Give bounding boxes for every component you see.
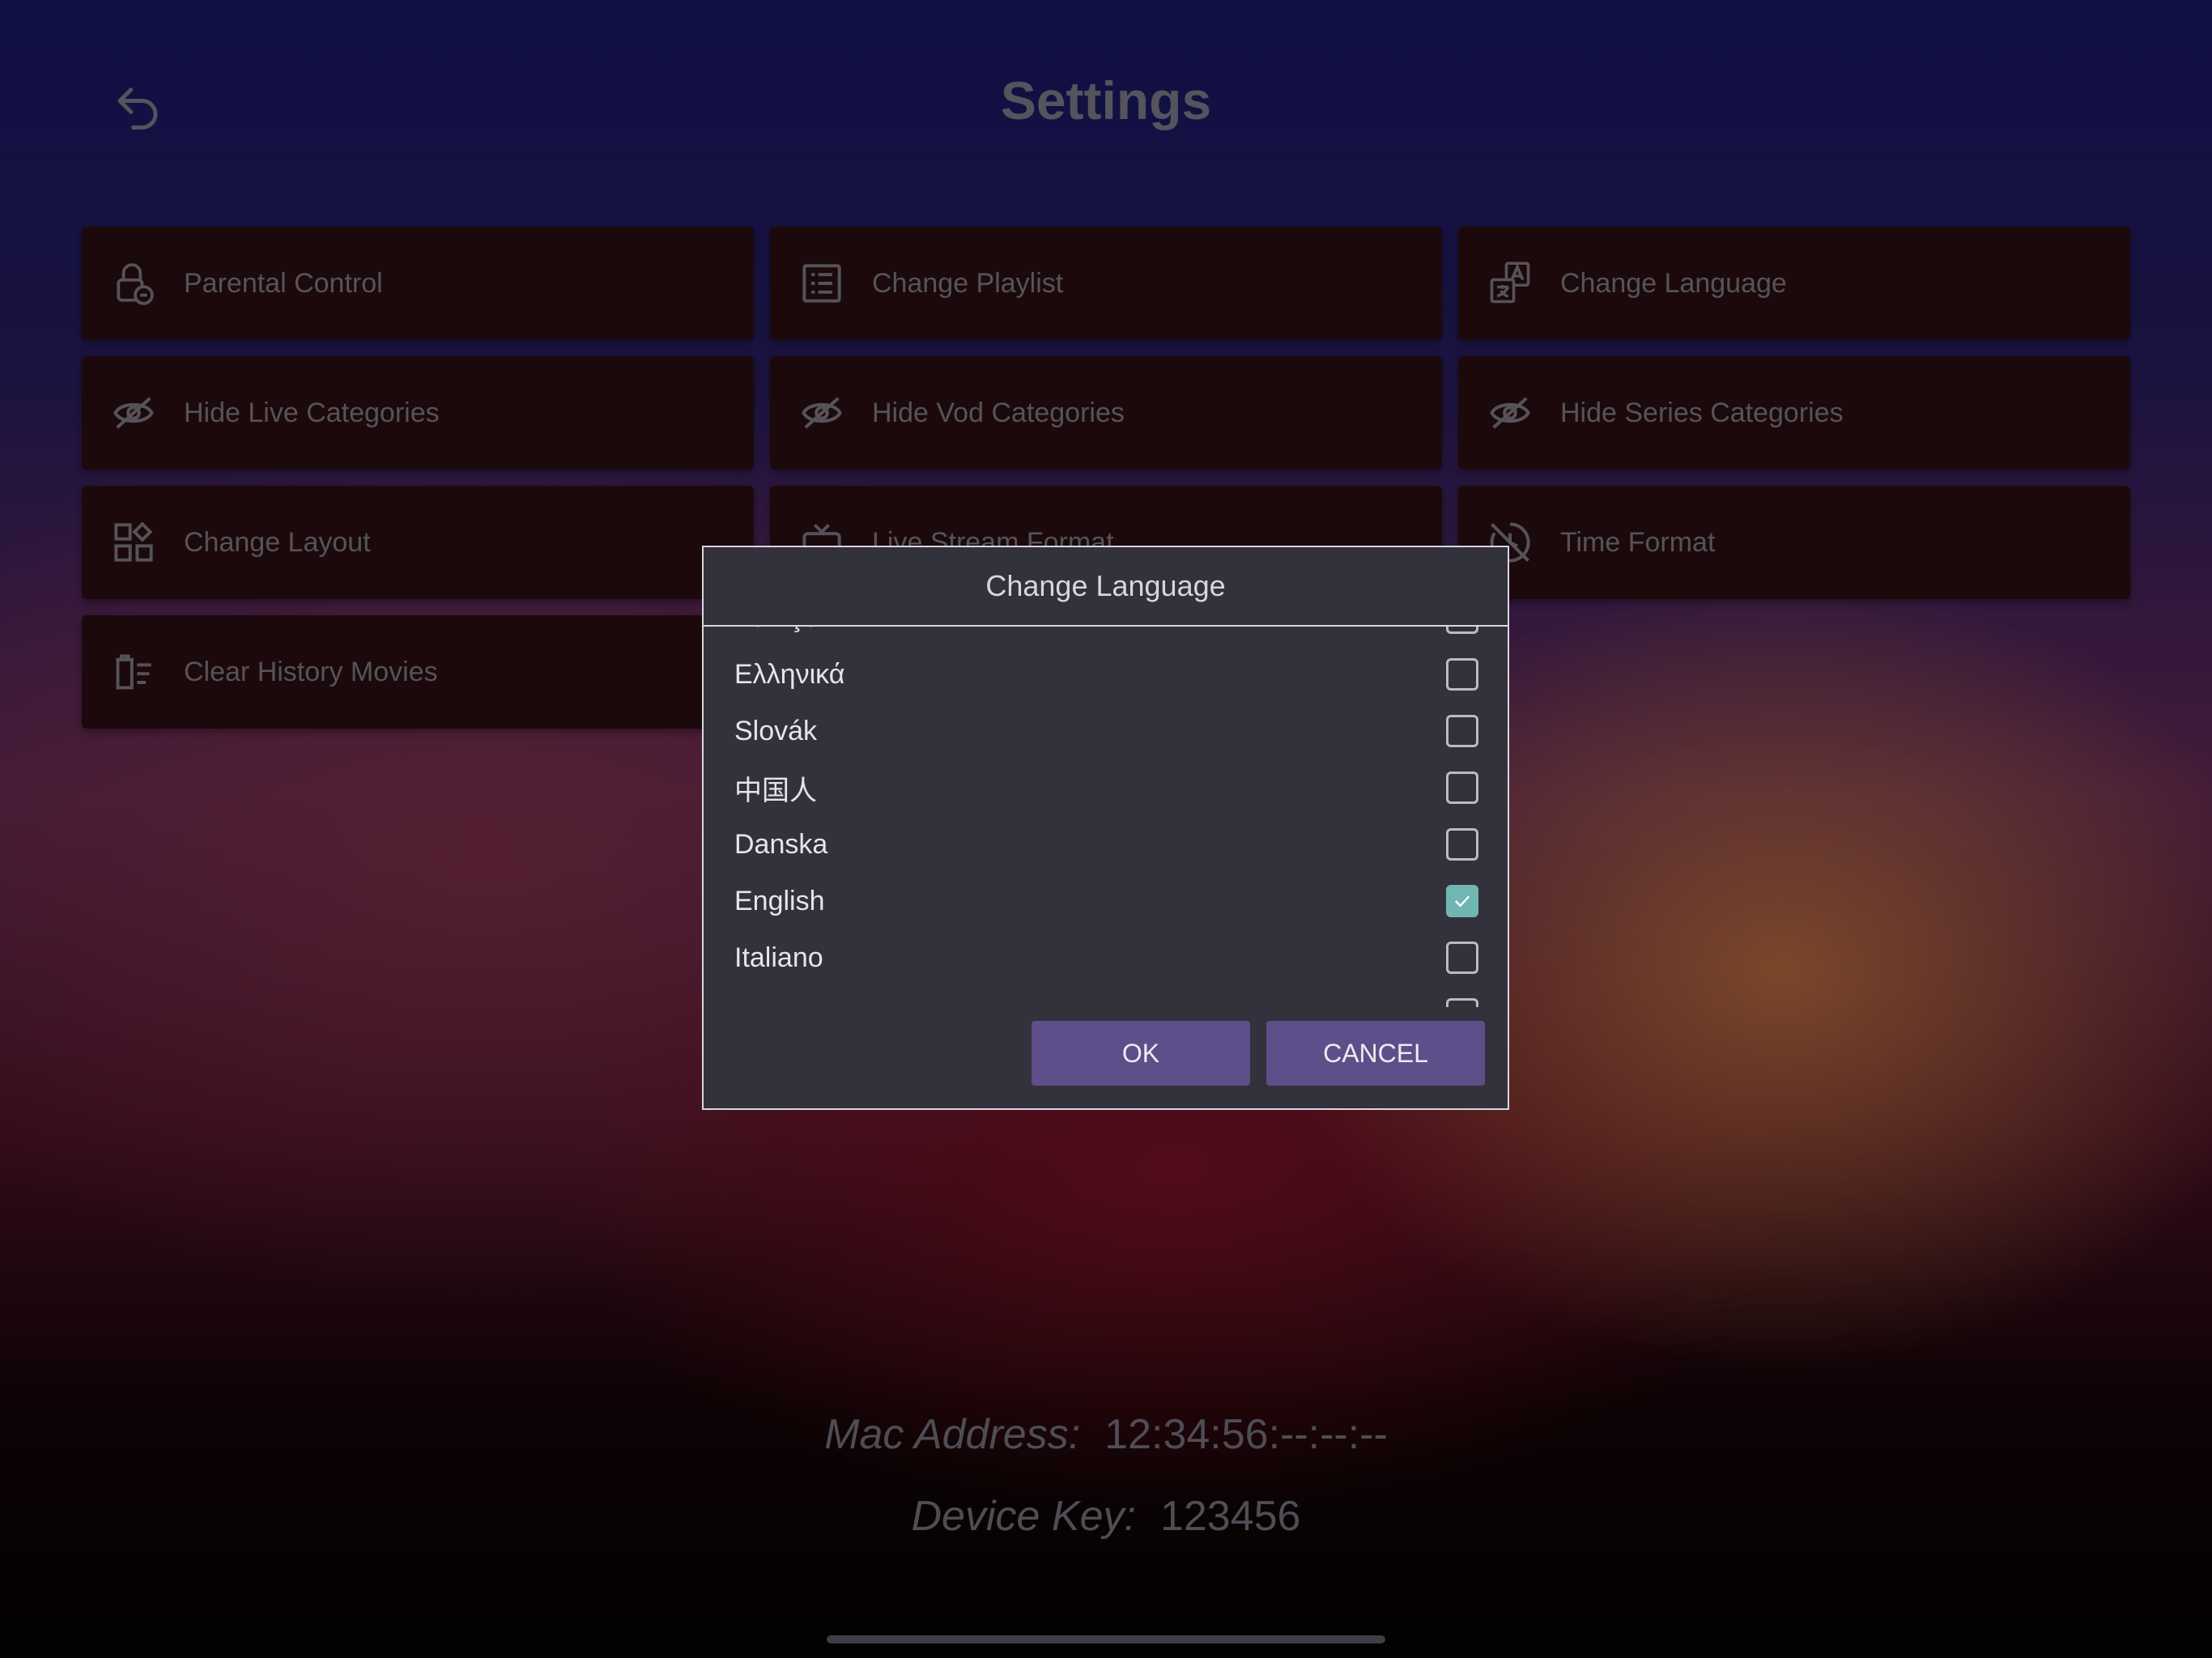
language-option[interactable]: Danska [704, 816, 1508, 873]
ok-button[interactable]: OK [1032, 1021, 1250, 1086]
language-option[interactable]: 中国人 [704, 759, 1508, 816]
language-option[interactable]: English [704, 873, 1508, 929]
language-checkbox[interactable] [1446, 772, 1478, 804]
language-checkbox[interactable] [1446, 998, 1478, 1007]
cancel-button[interactable]: CANCEL [1266, 1021, 1485, 1086]
language-checkbox[interactable] [1446, 885, 1478, 917]
language-name: Ελληνικά [734, 658, 845, 690]
language-option[interactable] [704, 986, 1508, 1007]
dialog-title: Change Language [704, 547, 1508, 627]
check-icon [1455, 895, 1470, 908]
language-checkbox[interactable] [1446, 627, 1478, 634]
home-indicator[interactable] [827, 1635, 1385, 1643]
language-name: English [734, 885, 825, 916]
language-name: Türkçe [734, 627, 819, 634]
language-name: 中国人 [734, 775, 817, 806]
language-name: Slovák [734, 715, 818, 746]
language-option[interactable]: Italiano [704, 929, 1508, 986]
language-list[interactable]: Türkçe Ελληνικά Slovák 中国人 Danska English Ital… [704, 627, 1508, 1007]
language-name: Italiano [734, 942, 823, 973]
language-option[interactable]: Ελληνικά [704, 646, 1508, 703]
language-option[interactable]: Slovák [704, 703, 1508, 759]
language-name: Danska [734, 828, 828, 860]
language-checkbox[interactable] [1446, 828, 1478, 861]
language-option[interactable]: Türkçe [704, 627, 1508, 646]
language-checkbox[interactable] [1446, 942, 1478, 974]
language-checkbox[interactable] [1446, 715, 1478, 747]
change-language-dialog: Change Language Türkçe Ελληνικά Slovák 中国人 D… [702, 546, 1509, 1110]
language-checkbox[interactable] [1446, 658, 1478, 691]
